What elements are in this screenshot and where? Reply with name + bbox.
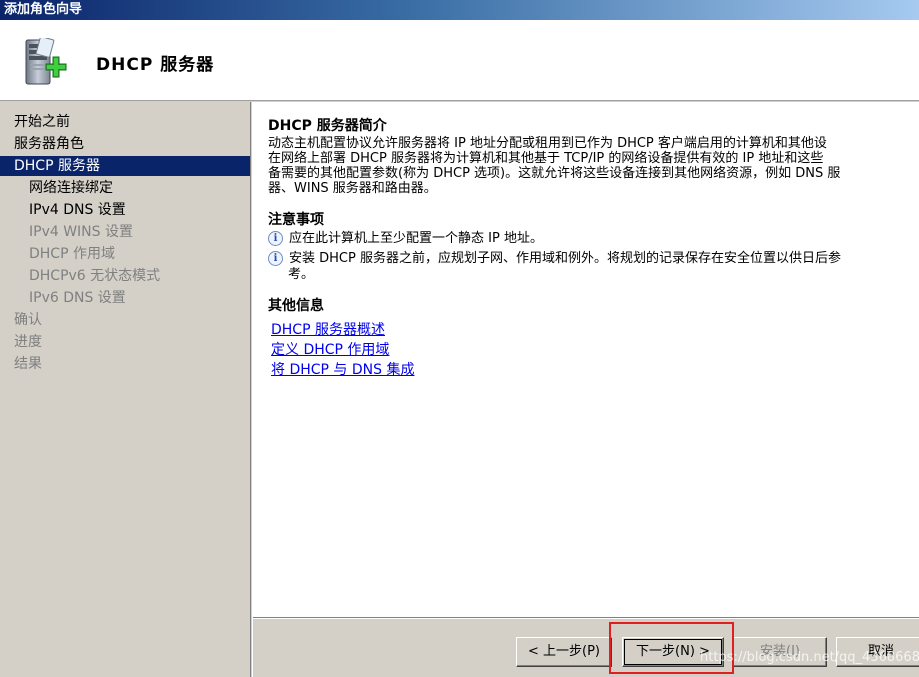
footer-separator <box>253 617 919 619</box>
previous-button[interactable]: < 上一步(P) <box>516 637 612 667</box>
link-define-dhcp-scopes[interactable]: 定义 DHCP 作用域 <box>271 339 389 359</box>
nav-step-ipv4-dns[interactable]: IPv4 DNS 设置 <box>0 200 250 220</box>
info-icon: i <box>268 251 283 266</box>
intro-line-4: 器、WINS 服务器和路由器。 <box>268 181 437 196</box>
link-dhcp-dns-integration[interactable]: 将 DHCP 与 DNS 集成 <box>271 359 414 379</box>
nav-step-dhcp-scopes: DHCP 作用域 <box>29 246 115 262</box>
notes-heading: 注意事项 <box>268 212 324 228</box>
nav-step-dhcpv6-stateless: DHCPv6 无状态模式 <box>29 268 161 284</box>
install-button: 安装(I) <box>733 637 827 667</box>
intro-heading: DHCP 服务器简介 <box>268 118 387 134</box>
nav-step-progress: 进度 <box>14 334 42 350</box>
nav-step-network-bindings[interactable]: 网络连接绑定 <box>0 178 250 198</box>
intro-line-3: 备需要的其他配置参数(称为 DHCP 选项)。这就允许将这些设备连接到其他网络资… <box>268 166 841 181</box>
note-continuation: 考。 <box>288 267 315 282</box>
wizard-header: DHCP 服务器 <box>0 20 919 101</box>
nav-step-dhcp-server[interactable]: DHCP 服务器 <box>0 156 250 176</box>
intro-line-2: 在网络上部署 DHCP 服务器将为计算机和其他基于 TCP/IP 的网络设备提供… <box>268 151 824 166</box>
note-item: i 应在此计算机上至少配置一个静态 IP 地址。 <box>268 230 543 248</box>
nav-step-before-you-begin[interactable]: 开始之前 <box>0 112 250 132</box>
link-dhcp-overview[interactable]: DHCP 服务器概述 <box>271 319 385 339</box>
server-add-icon <box>25 38 67 85</box>
intro-line-1: 动态主机配置协议允许服务器将 IP 地址分配或租用到已作为 DHCP 客户端启用… <box>268 136 827 151</box>
nav-step-ipv6-dns: IPv6 DNS 设置 <box>29 290 126 306</box>
nav-step-confirmation: 确认 <box>14 312 42 328</box>
add-roles-wizard-window: 添加角色向导 DHCP 服务器 开始之前 服务器角色 DHCP 服务器 网络连接… <box>0 0 919 677</box>
nav-step-results: 结果 <box>14 356 42 372</box>
cancel-button[interactable]: 取消 <box>836 637 919 667</box>
title-bar: 添加角色向导 <box>0 0 919 20</box>
info-icon: i <box>268 231 283 246</box>
wizard-steps-sidebar: 开始之前 服务器角色 DHCP 服务器 网络连接绑定 IPv4 DNS 设置 I… <box>0 102 250 677</box>
next-button[interactable]: 下一步(N) > <box>622 637 724 667</box>
nav-step-ipv4-wins: IPv4 WINS 设置 <box>29 224 133 240</box>
content-pane: DHCP 服务器简介 动态主机配置协议允许服务器将 IP 地址分配或租用到已作为… <box>253 102 919 617</box>
more-info-heading: 其他信息 <box>268 298 324 314</box>
note-item: i 安装 DHCP 服务器之前，应规划子网、作用域和例外。将规划的记录保存在安全位… <box>268 250 841 268</box>
nav-step-server-roles[interactable]: 服务器角色 <box>0 134 250 154</box>
page-title: DHCP 服务器 <box>96 55 215 75</box>
